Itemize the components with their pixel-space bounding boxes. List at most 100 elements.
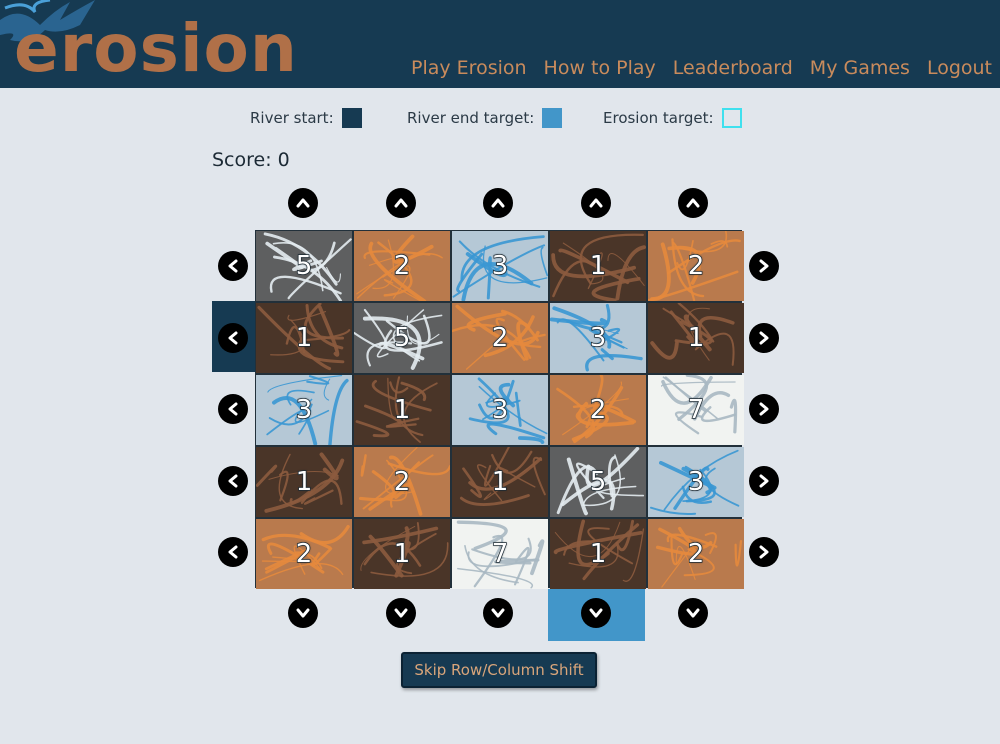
shift-column-down-button-4[interactable] bbox=[581, 598, 611, 628]
chevron-down-icon bbox=[491, 608, 505, 618]
tile[interactable]: 1 bbox=[550, 519, 646, 589]
chevron-down-icon bbox=[394, 608, 408, 618]
shift-row-left-button-2[interactable] bbox=[218, 323, 248, 353]
tile[interactable]: 1 bbox=[354, 519, 450, 589]
tile-value: 2 bbox=[393, 466, 411, 498]
nav-leaderboard[interactable]: Leaderboard bbox=[673, 57, 793, 79]
shift-column-up-button-2[interactable] bbox=[386, 188, 416, 218]
chevron-up-icon bbox=[686, 198, 700, 208]
skip-shift-button[interactable]: Skip Row/Column Shift bbox=[401, 652, 597, 688]
tile-value: 3 bbox=[491, 394, 509, 426]
shift-row-right-button-5[interactable] bbox=[749, 537, 779, 567]
chevron-right-icon bbox=[759, 402, 769, 416]
tile-value: 3 bbox=[687, 466, 705, 498]
game-board: 5231215231313271215321712 bbox=[255, 230, 744, 589]
chevron-right-icon bbox=[759, 474, 769, 488]
tile-value: 1 bbox=[295, 466, 313, 498]
tile[interactable]: 3 bbox=[648, 447, 744, 517]
chevron-left-icon bbox=[228, 545, 238, 559]
tile-value: 3 bbox=[295, 394, 313, 426]
tile-value: 2 bbox=[687, 250, 705, 282]
tile-value: 2 bbox=[295, 538, 313, 570]
tile[interactable]: 3 bbox=[452, 375, 548, 445]
score-display: Score: 0 bbox=[212, 149, 290, 171]
shift-row-left-button-5[interactable] bbox=[218, 537, 248, 567]
tile[interactable]: 7 bbox=[452, 519, 548, 589]
score-value: 0 bbox=[277, 149, 290, 171]
tile[interactable]: 3 bbox=[452, 231, 548, 301]
tile[interactable]: 1 bbox=[256, 303, 352, 373]
chevron-right-icon bbox=[759, 331, 769, 345]
shift-column-down-button-2[interactable] bbox=[386, 598, 416, 628]
shift-row-left-button-4[interactable] bbox=[218, 466, 248, 496]
score-label: Score: bbox=[212, 149, 272, 171]
chevron-right-icon bbox=[759, 259, 769, 273]
legend-erosion-target-label: Erosion target: bbox=[603, 109, 714, 127]
shift-row-right-button-4[interactable] bbox=[749, 466, 779, 496]
erosion-target-swatch bbox=[721, 108, 742, 128]
chevron-down-icon bbox=[686, 608, 700, 618]
chevron-up-icon bbox=[296, 198, 310, 208]
nav-play-erosion[interactable]: Play Erosion bbox=[411, 57, 527, 79]
chevron-down-icon bbox=[296, 608, 310, 618]
tile[interactable]: 2 bbox=[550, 375, 646, 445]
chevron-down-icon bbox=[589, 608, 603, 618]
tile-value: 7 bbox=[491, 538, 509, 570]
tile[interactable]: 2 bbox=[256, 519, 352, 589]
tile[interactable]: 1 bbox=[452, 447, 548, 517]
shift-row-right-button-3[interactable] bbox=[749, 394, 779, 424]
tile-value: 2 bbox=[491, 322, 509, 354]
chevron-up-icon bbox=[394, 198, 408, 208]
legend-river-start-label: River start: bbox=[250, 109, 334, 127]
chevron-left-icon bbox=[228, 331, 238, 345]
tile[interactable]: 2 bbox=[354, 231, 450, 301]
tile-value: 2 bbox=[589, 394, 607, 426]
shift-column-up-button-5[interactable] bbox=[678, 188, 708, 218]
shift-row-left-button-3[interactable] bbox=[218, 394, 248, 424]
nav-how-to-play[interactable]: How to Play bbox=[544, 57, 656, 79]
legend-river-start: River start: bbox=[250, 108, 362, 128]
tile-value: 1 bbox=[687, 322, 705, 354]
nav-my-games[interactable]: My Games bbox=[810, 57, 910, 79]
shift-column-down-button-3[interactable] bbox=[483, 598, 513, 628]
legend-river-end: River end target: bbox=[407, 108, 563, 128]
tile-value: 2 bbox=[393, 250, 411, 282]
tile[interactable]: 5 bbox=[550, 447, 646, 517]
tile[interactable]: 3 bbox=[550, 303, 646, 373]
shift-column-down-button-1[interactable] bbox=[288, 598, 318, 628]
tile-value: 1 bbox=[491, 466, 509, 498]
shift-column-up-button-4[interactable] bbox=[581, 188, 611, 218]
shift-row-right-button-1[interactable] bbox=[749, 251, 779, 281]
main-nav: Play Erosion How to Play Leaderboard My … bbox=[411, 57, 992, 79]
river-start-swatch bbox=[341, 108, 362, 128]
tile-value: 5 bbox=[589, 466, 607, 498]
chevron-up-icon bbox=[491, 198, 505, 208]
tile[interactable]: 1 bbox=[256, 447, 352, 517]
tile[interactable]: 2 bbox=[354, 447, 450, 517]
shift-column-up-button-3[interactable] bbox=[483, 188, 513, 218]
shift-column-up-button-1[interactable] bbox=[288, 188, 318, 218]
shift-row-right-button-2[interactable] bbox=[749, 323, 779, 353]
tile-value: 5 bbox=[393, 322, 411, 354]
tile[interactable]: 1 bbox=[550, 231, 646, 301]
chevron-up-icon bbox=[589, 198, 603, 208]
nav-logout[interactable]: Logout bbox=[927, 57, 992, 79]
shift-row-left-button-1[interactable] bbox=[218, 251, 248, 281]
legend: River start: River end target: Erosion t… bbox=[0, 108, 1000, 132]
tile[interactable]: 2 bbox=[648, 519, 744, 589]
tile[interactable]: 2 bbox=[648, 231, 744, 301]
tile[interactable]: 5 bbox=[354, 303, 450, 373]
tile[interactable]: 3 bbox=[256, 375, 352, 445]
tile[interactable]: 5 bbox=[256, 231, 352, 301]
tile-value: 1 bbox=[589, 250, 607, 282]
tile-value: 7 bbox=[687, 394, 705, 426]
shift-column-down-button-5[interactable] bbox=[678, 598, 708, 628]
tile[interactable]: 1 bbox=[354, 375, 450, 445]
tile[interactable]: 7 bbox=[648, 375, 744, 445]
tile-value: 3 bbox=[491, 250, 509, 282]
header-bar: erosion Play Erosion How to Play Leaderb… bbox=[0, 0, 1000, 88]
tile[interactable]: 2 bbox=[452, 303, 548, 373]
tile[interactable]: 1 bbox=[648, 303, 744, 373]
logo[interactable]: erosion bbox=[14, 16, 298, 82]
tile-value: 3 bbox=[589, 322, 607, 354]
